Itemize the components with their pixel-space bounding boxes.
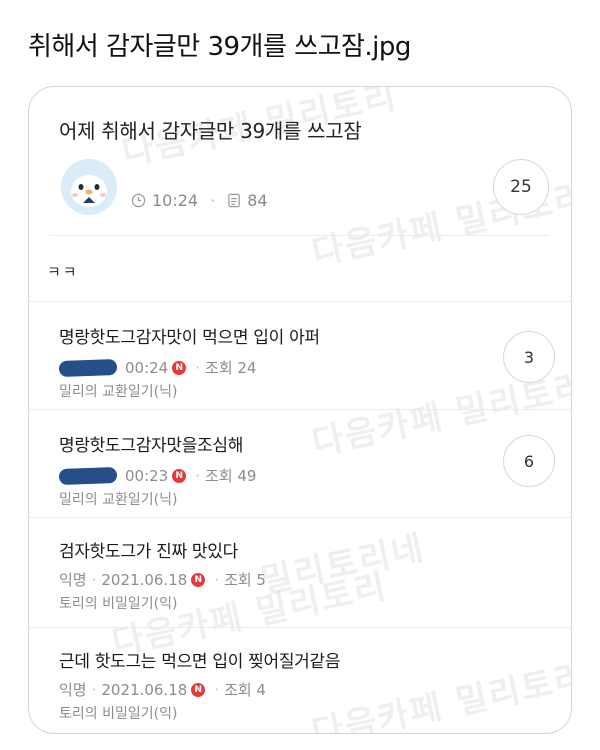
item-date: 00:23 xyxy=(125,466,169,485)
post-body: ㅋㅋ xyxy=(47,263,79,281)
item-author: 익명 xyxy=(59,571,87,589)
item-date: 2021.06.18 xyxy=(101,570,188,589)
separator-dot: · xyxy=(195,466,201,485)
separator-dot: · xyxy=(91,570,97,589)
post-meta: 10:24 · 84 xyxy=(131,191,268,210)
document-icon xyxy=(228,193,240,208)
clock-icon xyxy=(131,193,146,208)
item-board[interactable]: 토리의 비밀일기(익) xyxy=(59,703,177,723)
page-title: 취해서 감자글만 39개를 쓰고잠.jpg xyxy=(28,32,411,62)
list-item[interactable]: 명랑핫도그감자맛을조심해 00:23 N · 조회 49 밀리의 교환일기(닉)… xyxy=(29,409,571,517)
item-date: 00:24 xyxy=(125,358,169,377)
item-date: 2021.06.18 xyxy=(101,680,188,699)
item-title[interactable]: 검자핫도그가 진짜 맛있다 xyxy=(59,537,238,562)
post-card: 다음카페 밀리토리 다음카페 밀리토리 다음카페 밀리토리 밀리토리네 다음카페… xyxy=(28,86,572,734)
separator-dot: · xyxy=(195,358,201,377)
item-meta: 00:24 N · 조회 24 xyxy=(58,357,257,378)
list-item[interactable]: 근데 핫도그는 먹으면 입이 찢어질거같음 익명 · 2021.06.18 N … xyxy=(29,627,571,733)
item-author: 익명 xyxy=(59,681,87,699)
item-title[interactable]: 명랑핫도그감자맛이 먹으면 입이 아퍼 xyxy=(59,323,320,348)
item-board[interactable]: 밀리의 교환일기(닉) xyxy=(59,489,177,509)
separator-dot: · xyxy=(210,191,216,210)
list-item[interactable]: 검자핫도그가 진짜 맛있다 익명 · 2021.06.18 N · 조회 5 토… xyxy=(29,517,571,627)
item-board[interactable]: 밀리의 교환일기(닉) xyxy=(59,381,177,401)
avatar[interactable] xyxy=(61,159,117,215)
item-meta: 익명 · 2021.06.18 N · 조회 5 xyxy=(59,569,266,590)
item-views: 조회 4 xyxy=(224,681,266,699)
comment-count-button[interactable]: 6 xyxy=(503,435,555,487)
separator-dot: · xyxy=(91,680,97,699)
post-time: 10:24 xyxy=(152,191,199,210)
item-meta: 익명 · 2021.06.18 N · 조회 4 xyxy=(59,679,266,700)
item-title[interactable]: 명랑핫도그감자맛을조심해 xyxy=(59,431,243,456)
new-badge: N xyxy=(172,360,187,375)
redacted-author xyxy=(58,466,118,485)
mascot-icon xyxy=(61,159,117,215)
new-badge: N xyxy=(191,682,206,697)
item-board[interactable]: 토리의 비밀일기(익) xyxy=(59,593,177,613)
comment-count-button[interactable]: 25 xyxy=(493,159,549,215)
item-meta: 00:23 N · 조회 49 xyxy=(58,465,257,486)
separator-dot: · xyxy=(214,570,220,589)
new-badge: N xyxy=(191,572,206,587)
item-views: 조회 5 xyxy=(224,571,266,589)
post-title: 어제 취해서 감자글만 39개를 쓰고잠 xyxy=(59,119,362,143)
item-views: 조회 24 xyxy=(205,359,257,377)
redacted-author xyxy=(58,358,118,377)
new-badge: N xyxy=(172,468,187,483)
item-views: 조회 49 xyxy=(205,467,257,485)
list-item[interactable]: 명랑핫도그감자맛이 먹으면 입이 아퍼 00:24 N · 조회 24 밀리의 … xyxy=(29,301,571,409)
separator-dot: · xyxy=(214,680,220,699)
comment-count-button[interactable]: 3 xyxy=(503,331,555,383)
divider xyxy=(49,235,549,236)
item-title[interactable]: 근데 핫도그는 먹으면 입이 찢어질거같음 xyxy=(59,647,341,672)
post-views: 84 xyxy=(247,191,268,210)
